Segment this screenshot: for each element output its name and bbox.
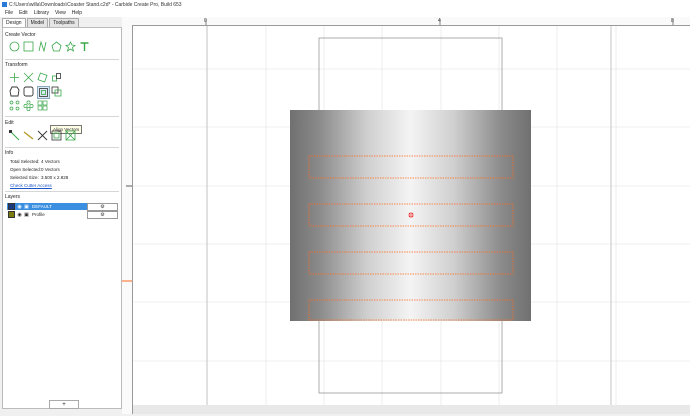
layer-name: DEFAULT: [32, 204, 52, 209]
separator: [5, 191, 119, 192]
section-layers: Layers: [5, 194, 21, 200]
trim-tool[interactable]: [37, 130, 48, 141]
panel-tabs: Design Model Toolpaths: [2, 18, 80, 28]
nest-icon: [37, 100, 48, 111]
design-panel: Design Model Toolpaths Create Vector Tra…: [0, 17, 123, 414]
separator: [5, 147, 119, 148]
circular-array-icon: [9, 100, 20, 111]
text-tool[interactable]: [79, 41, 90, 52]
layer-color-swatch[interactable]: [8, 211, 15, 218]
warp-tool[interactable]: [65, 130, 76, 141]
layer-row-profile[interactable]: ◉ ▣ Profile ⚙: [7, 211, 118, 219]
star-tool[interactable]: [65, 41, 76, 52]
lock-icon[interactable]: ▣: [24, 204, 29, 210]
polygon-tool[interactable]: [51, 41, 62, 52]
section-create-vector: Create Vector: [5, 32, 36, 38]
warp-icon: [65, 130, 76, 141]
menu-library[interactable]: Library: [33, 10, 50, 16]
section-transform: Transform: [5, 62, 28, 68]
ruler-label: 4: [438, 18, 441, 24]
menu-help[interactable]: Help: [71, 10, 83, 16]
star-icon: [65, 41, 76, 52]
move-icon: [10, 73, 19, 82]
selected-size-label: Selected Size:: [10, 175, 39, 180]
node-edit-tool[interactable]: [9, 130, 20, 141]
fillet-tool[interactable]: [51, 130, 62, 141]
panel-body: Create Vector Transform Align Vectors Ed…: [2, 27, 122, 409]
menu-bar: File Edit Library View Help: [0, 9, 690, 17]
circle-icon: [9, 41, 20, 52]
knife-tool[interactable]: [23, 130, 34, 141]
selection-center-icon[interactable]: [408, 212, 414, 218]
knife-icon: [23, 131, 34, 140]
separator: [5, 116, 119, 117]
boolean-tool[interactable]: [51, 86, 62, 97]
boolean-icon: [51, 86, 62, 97]
menu-view[interactable]: View: [54, 10, 67, 16]
layer-settings-button[interactable]: ⚙: [87, 211, 118, 219]
rotate-tool[interactable]: [37, 72, 48, 83]
gear-icon: ⚙: [100, 212, 105, 218]
offset-tool[interactable]: [9, 86, 20, 97]
curve-tool[interactable]: [37, 40, 48, 53]
mirror-icon: [52, 73, 61, 82]
ruler-label: 0: [204, 18, 207, 24]
layer-row-default[interactable]: ◉ ▣ DEFAULT ⚙: [7, 203, 118, 211]
text-icon: [80, 42, 89, 51]
window-title: C:\Users\willa\Downloads\Coaster Stand.c…: [9, 1, 182, 8]
total-selected-label: Total Selected:: [10, 159, 40, 164]
horizontal-ruler-ticks: 0 4 8: [204, 18, 674, 25]
total-selected-value: 4 Vectors: [41, 159, 60, 164]
eye-icon[interactable]: ◉: [17, 204, 22, 210]
rectangle-icon: [23, 41, 34, 52]
curve-icon: [38, 40, 47, 53]
open-selected-value: 0 Vectors: [41, 167, 60, 172]
layer-name: Profile: [32, 212, 45, 217]
mirror-tool[interactable]: [51, 72, 62, 83]
separator: [5, 59, 119, 60]
eye-icon[interactable]: ◉: [17, 212, 22, 218]
ruler-label: 8: [671, 18, 674, 24]
open-selected-label: Open Selected:: [10, 167, 42, 172]
design-canvas[interactable]: [133, 26, 690, 405]
check-cutter-access-link[interactable]: Check Cutter Access: [10, 183, 52, 188]
layer-color-swatch[interactable]: [8, 203, 15, 210]
app-icon: [2, 2, 7, 7]
scale-tool[interactable]: [23, 72, 34, 83]
align-vectors-tool[interactable]: [37, 86, 50, 99]
join-tool[interactable]: [23, 86, 34, 97]
offset-icon: [9, 86, 20, 97]
lock-icon[interactable]: ▣: [24, 212, 29, 218]
horizontal-scrollbar[interactable]: [133, 405, 690, 414]
node-edit-icon: [9, 130, 20, 141]
trim-icon: [37, 130, 48, 141]
group-icon: [23, 100, 34, 111]
group-tool[interactable]: [23, 100, 34, 111]
polygon-icon: [51, 41, 62, 52]
join-icon: [23, 86, 34, 97]
menu-edit[interactable]: Edit: [18, 10, 29, 16]
fillet-icon: [51, 130, 62, 141]
vertical-ruler: [122, 17, 133, 414]
menu-file[interactable]: File: [4, 10, 14, 16]
rotate-icon: [37, 72, 48, 83]
section-edit: Edit: [5, 120, 14, 126]
nest-tool[interactable]: [37, 100, 48, 111]
circle-tool[interactable]: [9, 41, 20, 52]
section-info: Info: [5, 150, 14, 156]
layer-settings-button[interactable]: ⚙: [87, 203, 118, 211]
vertical-ruler-ticks: [122, 185, 132, 282]
rectangle-tool[interactable]: [23, 41, 34, 52]
add-layer-button[interactable]: +: [49, 400, 79, 409]
gear-icon: ⚙: [100, 204, 105, 210]
canvas-drawing: [133, 26, 690, 405]
selected-size-value: 3.500 x 2.828: [41, 175, 69, 180]
move-tool[interactable]: [9, 72, 20, 83]
horizontal-ruler: 0 4 8: [132, 17, 690, 26]
align-vectors-icon: [39, 88, 48, 97]
circular-array-tool[interactable]: [9, 100, 20, 111]
title-bar: C:\Users\willa\Downloads\Coaster Stand.c…: [0, 0, 690, 9]
scale-icon: [23, 72, 34, 83]
